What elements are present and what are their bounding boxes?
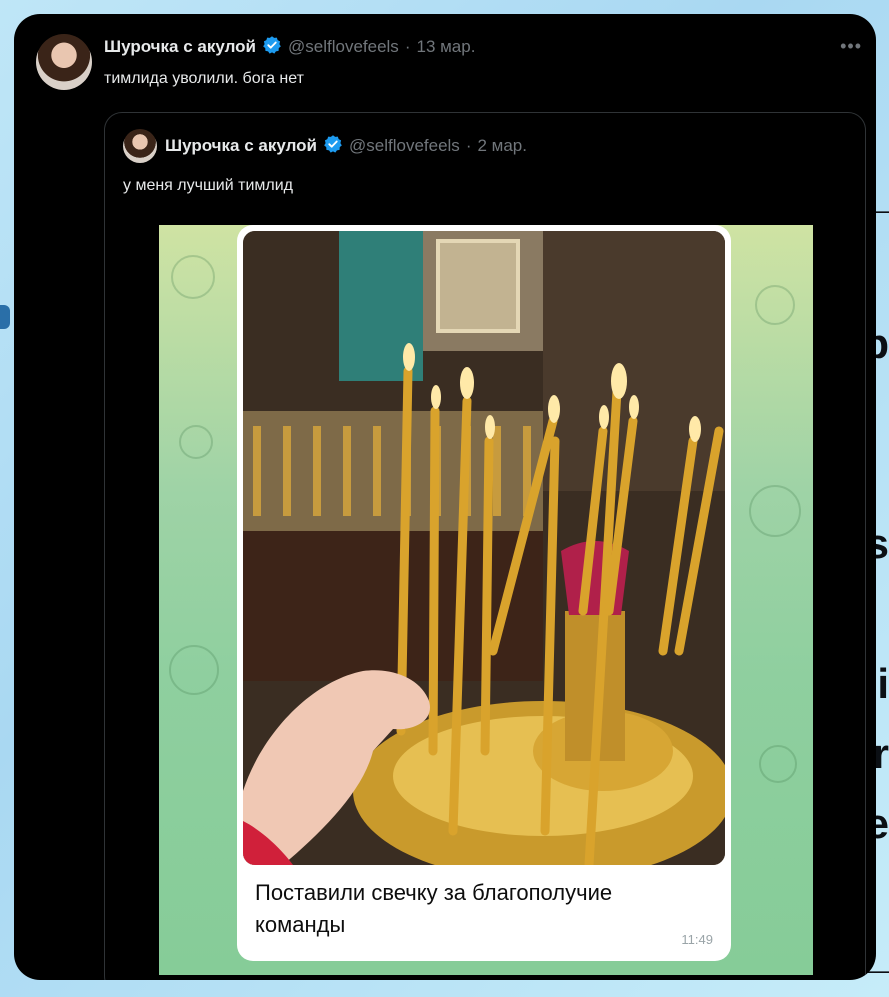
- author-handle[interactable]: @selflovefeels: [288, 37, 399, 57]
- quoted-author-name: Шурочка с акулой: [165, 136, 317, 155]
- tweet-card[interactable]: Шурочка с акулой @selflovefeels · 13 мар…: [14, 14, 876, 980]
- author-avatar[interactable]: [36, 34, 92, 90]
- quoted-tweet-text: у меня лучший тимлид: [123, 177, 293, 194]
- message-time: 11:49: [681, 932, 713, 947]
- wallpaper-doodle: [169, 645, 219, 695]
- quoted-tweet-header: Шурочка с акулой @selflovefeels · 2 мар.: [165, 134, 527, 159]
- background-fragment: [0, 305, 10, 329]
- verified-badge-icon: [262, 35, 282, 60]
- chat-message-bubble: Поставили свечку за благополучие команды…: [237, 225, 731, 961]
- wallpaper-doodle: [759, 745, 797, 783]
- quoted-tweet-date: 2 мар.: [477, 136, 527, 155]
- quoted-author-handle: @selflovefeels: [349, 136, 460, 155]
- meta-separator: ·: [465, 136, 472, 155]
- wallpaper-doodle: [755, 285, 795, 325]
- candles-illustration: [243, 231, 725, 865]
- message-caption: Поставили свечку за благополучие команды: [255, 880, 613, 937]
- more-horizontal-icon[interactable]: •••: [840, 36, 862, 57]
- quoted-tweet-image[interactable]: Поставили свечку за благополучие команды…: [159, 225, 813, 975]
- wallpaper-doodle: [179, 425, 213, 459]
- meta-separator: ·: [404, 37, 411, 56]
- wallpaper-doodle: [749, 485, 801, 537]
- church-candles-photo: [243, 231, 725, 865]
- author-name[interactable]: Шурочка с акулой: [104, 37, 256, 57]
- verified-badge-icon: [323, 134, 343, 159]
- tweet-text: тимлида уволили. бога нет: [104, 70, 304, 87]
- tweet-date[interactable]: 13 мар.: [416, 37, 475, 57]
- wallpaper-doodle: [171, 255, 215, 299]
- tweet-header: Шурочка с акулой @selflovefeels · 13 мар…: [104, 35, 475, 60]
- quoted-tweet[interactable]: Шурочка с акулой @selflovefeels · 2 мар.…: [104, 112, 866, 980]
- quoted-author-avatar: [123, 129, 157, 163]
